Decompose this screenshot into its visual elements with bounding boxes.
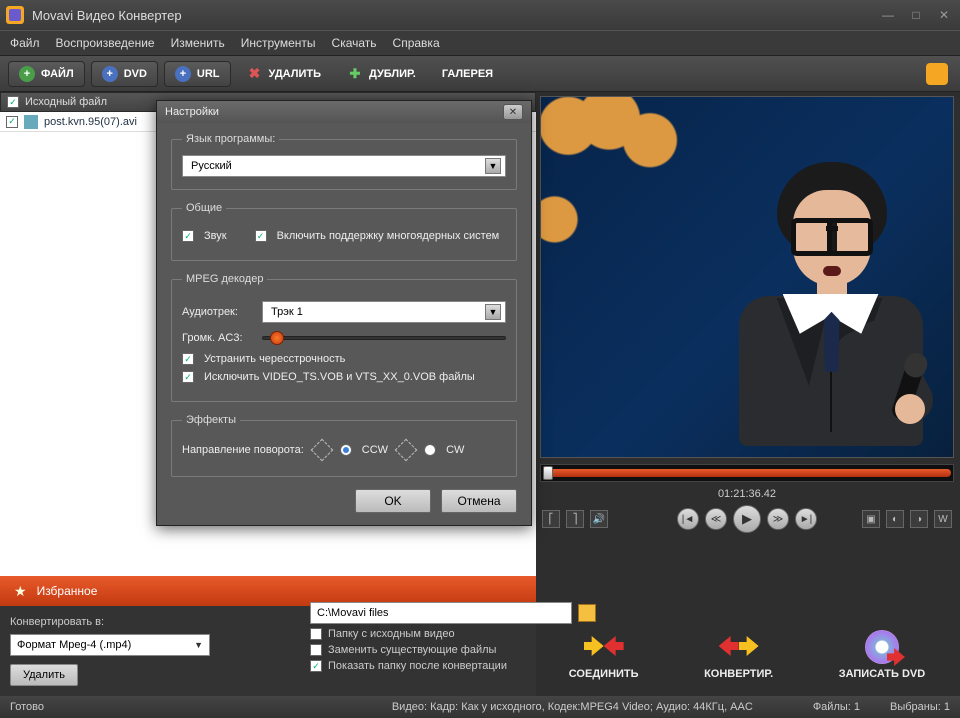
plus-file-icon: + — [19, 66, 35, 82]
mark-in-icon[interactable]: ⎡ — [542, 510, 560, 528]
lang-fieldset: Язык программы: Русский▼ — [171, 133, 517, 190]
opt-same-folder-checkbox[interactable]: ✓ — [310, 628, 322, 640]
convert-action[interactable]: КОНВЕРТИР. — [704, 630, 773, 680]
video-preview — [540, 96, 954, 458]
crop-icon[interactable]: ▣ — [862, 510, 880, 528]
timeline-knob[interactable] — [543, 466, 553, 480]
status-selected: Выбраны: 1 — [890, 701, 950, 713]
toolbar-gallery-button[interactable]: ГАЛЕРЕЯ — [432, 61, 503, 87]
sound-checkbox[interactable]: ✓ — [182, 230, 194, 242]
dialog-close-icon[interactable]: ✕ — [503, 104, 523, 120]
globe-icon: + — [175, 66, 191, 82]
toolbar-url-button[interactable]: +URL — [164, 61, 231, 87]
dialog-titlebar[interactable]: Настройки ✕ — [157, 101, 531, 123]
menu-download[interactable]: Скачать — [332, 36, 377, 50]
menu-play[interactable]: Воспроизведение — [56, 36, 155, 50]
format-select[interactable]: Формат Mpeg-4 (.mp4)▼ — [10, 634, 210, 656]
burn-action[interactable]: ЗАПИСАТЬ DVD — [839, 630, 925, 680]
multicore-checkbox[interactable]: ✓ — [255, 230, 267, 242]
volume-icon[interactable]: 🔊 — [590, 510, 608, 528]
menu-help[interactable]: Справка — [393, 36, 440, 50]
language-select[interactable]: Русский▼ — [182, 155, 506, 177]
mark-out-icon[interactable]: ⎤ — [566, 510, 584, 528]
close-button[interactable]: ✕ — [934, 8, 954, 22]
opt-open-after-checkbox[interactable]: ✓ — [310, 660, 322, 672]
menu-bar: Файл Воспроизведение Изменить Инструмент… — [0, 30, 960, 56]
title-bar: Movavi Видео Конвертер — □ ✕ — [0, 0, 960, 30]
toolbar-duplicate-button[interactable]: ✚ДУБЛИР. — [337, 61, 426, 87]
rotate-cw-icon — [395, 439, 418, 462]
menu-file[interactable]: Файл — [10, 36, 40, 50]
toolbar: +ФАЙЛ +DVD +URL ✖УДАЛИТЬ ✚ДУБЛИР. ГАЛЕРЕ… — [0, 56, 960, 92]
status-info: Видео: Кадр: Как у исходного, Кодек:MPEG… — [392, 701, 753, 713]
chevron-down-icon: ▼ — [485, 304, 501, 320]
destination-group: C:\Movavi files ✓Папку с исходным видео … — [310, 602, 596, 672]
playback-controls: ⎡ ⎤ 🔊 |◄ ≪ ▶ ≫ ►| ▣ ◐ ◑ W — [540, 504, 954, 534]
deinterlace-checkbox[interactable]: ✓ — [182, 353, 194, 365]
ac3-volume-slider[interactable] — [262, 329, 506, 347]
arrow-left-icon — [604, 636, 624, 656]
toolbar-dvd-button[interactable]: +DVD — [91, 61, 158, 87]
exclude-vob-checkbox[interactable]: ✓ — [182, 371, 194, 383]
ok-button[interactable]: OK — [355, 489, 431, 513]
disc-icon — [865, 630, 899, 664]
timeline[interactable] — [540, 464, 954, 482]
app-title: Movavi Видео Конвертер — [32, 8, 182, 23]
file-checkbox[interactable]: ✓ — [6, 116, 18, 128]
chevron-down-icon: ▼ — [485, 158, 501, 174]
delete-format-button[interactable]: Удалить — [10, 664, 78, 686]
adjust-icon[interactable]: ◐ — [886, 510, 904, 528]
arrow-left-icon — [719, 636, 739, 656]
minimize-button[interactable]: — — [878, 8, 898, 22]
prev-button[interactable]: |◄ — [677, 508, 699, 530]
wizard-icon[interactable] — [926, 63, 948, 85]
time-display: 01:21:36.42 — [540, 488, 954, 504]
delete-x-icon: ✖ — [247, 66, 263, 82]
status-ready: Готово — [10, 701, 44, 713]
menu-tools[interactable]: Инструменты — [241, 36, 316, 50]
star-icon: ★ — [14, 583, 27, 600]
toolbar-delete-button[interactable]: ✖УДАЛИТЬ — [237, 61, 331, 87]
status-files: Файлы: 1 — [813, 701, 860, 713]
arrow-right-icon — [887, 648, 905, 666]
mpeg-fieldset: MPEG декодер Аудиотрек: Трэк 1▼ Громк. A… — [171, 273, 517, 402]
status-bar: Готово Видео: Кадр: Как у исходного, Код… — [0, 696, 960, 718]
watermark-icon[interactable]: W — [934, 510, 952, 528]
maximize-button[interactable]: □ — [906, 8, 926, 22]
arrow-right-icon — [739, 636, 759, 656]
play-button[interactable]: ▶ — [733, 505, 761, 533]
video-file-icon — [24, 115, 38, 129]
effects-fieldset: Эффекты Направление поворота: CCW CW — [171, 414, 517, 477]
audiotrack-select[interactable]: Трэк 1▼ — [262, 301, 506, 323]
dvd-icon: + — [102, 66, 118, 82]
rotation-cw-radio[interactable] — [424, 444, 436, 456]
toolbar-file-button[interactable]: +ФАЙЛ — [8, 61, 85, 87]
opt-overwrite-checkbox[interactable]: ✓ — [310, 644, 322, 656]
plus-icon: ✚ — [347, 66, 363, 82]
action-bar: СОЕДИНИТЬ КОНВЕРТИР. ЗАПИСАТЬ DVD — [540, 612, 954, 690]
general-fieldset: Общие ✓Звук ✓Включить поддержку многояде… — [171, 202, 517, 261]
rotation-ccw-radio[interactable] — [340, 444, 352, 456]
cancel-button[interactable]: Отмена — [441, 489, 517, 513]
rewind-button[interactable]: ≪ — [705, 508, 727, 530]
app-logo-icon — [6, 6, 24, 24]
forward-button[interactable]: ≫ — [767, 508, 789, 530]
contrast-icon[interactable]: ◑ — [910, 510, 928, 528]
rotate-ccw-icon — [310, 439, 333, 462]
next-button[interactable]: ►| — [795, 508, 817, 530]
browse-folder-icon[interactable] — [578, 604, 596, 622]
menu-edit[interactable]: Изменить — [171, 36, 225, 50]
select-all-checkbox[interactable]: ✓ — [7, 96, 19, 108]
settings-dialog: Настройки ✕ Язык программы: Русский▼ Общ… — [156, 100, 532, 526]
file-name: post.kvn.95(07).avi — [44, 116, 137, 128]
dest-path-input[interactable]: C:\Movavi files — [310, 602, 572, 624]
